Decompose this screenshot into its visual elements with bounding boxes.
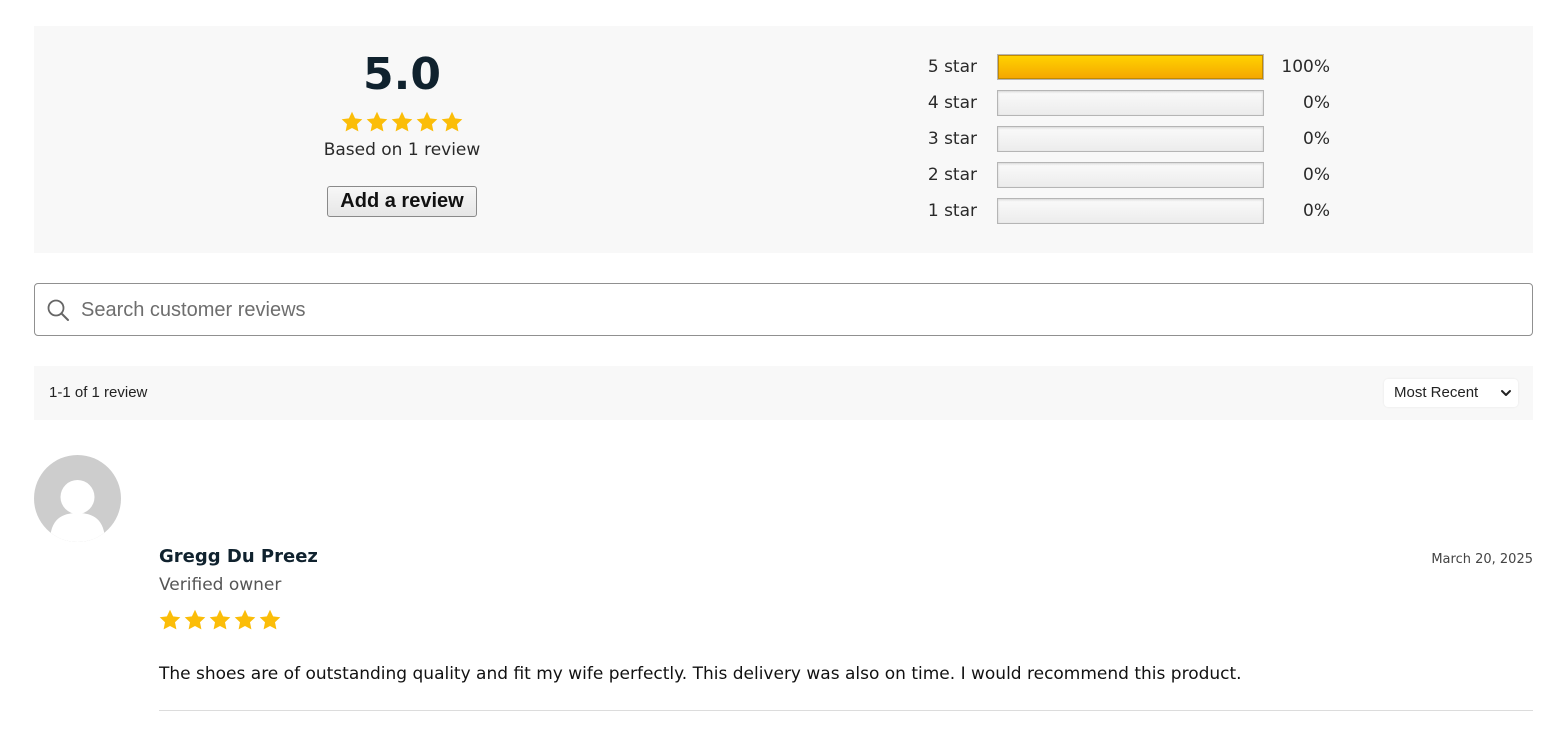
distribution-percent: 0%	[1303, 93, 1330, 113]
star-icon	[209, 609, 231, 630]
distribution-label: 4 star	[927, 93, 977, 113]
rating-summary: 5.0 Based on 1 review Add a review 5 sta…	[34, 26, 1533, 253]
distribution-percent: 0%	[1303, 129, 1330, 149]
star-icon	[259, 609, 281, 630]
star-icon	[184, 609, 206, 630]
distribution-label: 2 star	[927, 165, 977, 185]
search-icon[interactable]	[45, 297, 71, 323]
star-icon	[159, 609, 181, 630]
distribution-label: 3 star	[927, 129, 977, 149]
distribution-label: 5 star	[927, 57, 977, 77]
divider	[159, 710, 1533, 711]
distribution-bar	[997, 54, 1264, 80]
reviewer-name: Gregg Du Preez	[159, 546, 318, 567]
review-text: The shoes are of outstanding quality and…	[159, 664, 1242, 684]
add-review-button[interactable]: Add a review	[327, 186, 477, 217]
results-count: 1-1 of 1 review	[49, 384, 148, 401]
distribution-row-1[interactable]: 1 star 0%	[920, 198, 1340, 224]
distribution-bar	[997, 198, 1264, 224]
star-icon	[441, 111, 463, 132]
distribution-bar	[997, 126, 1264, 152]
star-icon	[391, 111, 413, 132]
star-icon	[416, 111, 438, 132]
star-icon	[234, 609, 256, 630]
distribution-row-5[interactable]: 5 star 100%	[920, 54, 1340, 80]
distribution-percent: 0%	[1303, 165, 1330, 185]
distribution-row-4[interactable]: 4 star 0%	[920, 90, 1340, 116]
review-date: March 20, 2025	[1431, 552, 1533, 567]
summary-stars	[340, 110, 464, 134]
chevron-down-icon	[1501, 390, 1511, 396]
reviews-toolbar: 1-1 of 1 review Most Recent	[34, 366, 1533, 420]
distribution-percent: 100%	[1281, 57, 1330, 77]
star-icon	[366, 111, 388, 132]
distribution-bar	[997, 162, 1264, 188]
distribution-label: 1 star	[927, 201, 977, 221]
distribution-percent: 0%	[1303, 201, 1330, 221]
review-stars	[158, 608, 282, 632]
distribution-bar	[997, 90, 1264, 116]
sort-selected-value: Most Recent	[1394, 384, 1479, 401]
review-search[interactable]	[34, 283, 1533, 337]
verified-badge: Verified owner	[159, 575, 282, 595]
star-icon	[341, 111, 363, 132]
distribution-row-2[interactable]: 2 star 0%	[920, 162, 1340, 188]
distribution-bar-fill	[998, 55, 1263, 79]
avatar	[34, 455, 121, 542]
average-rating: 5.0	[363, 49, 441, 100]
review-count-text: Based on 1 review	[323, 140, 481, 160]
search-input[interactable]	[79, 284, 1523, 337]
sort-dropdown[interactable]: Most Recent	[1384, 379, 1518, 407]
user-avatar-icon	[50, 480, 105, 542]
distribution-row-3[interactable]: 3 star 0%	[920, 126, 1340, 152]
